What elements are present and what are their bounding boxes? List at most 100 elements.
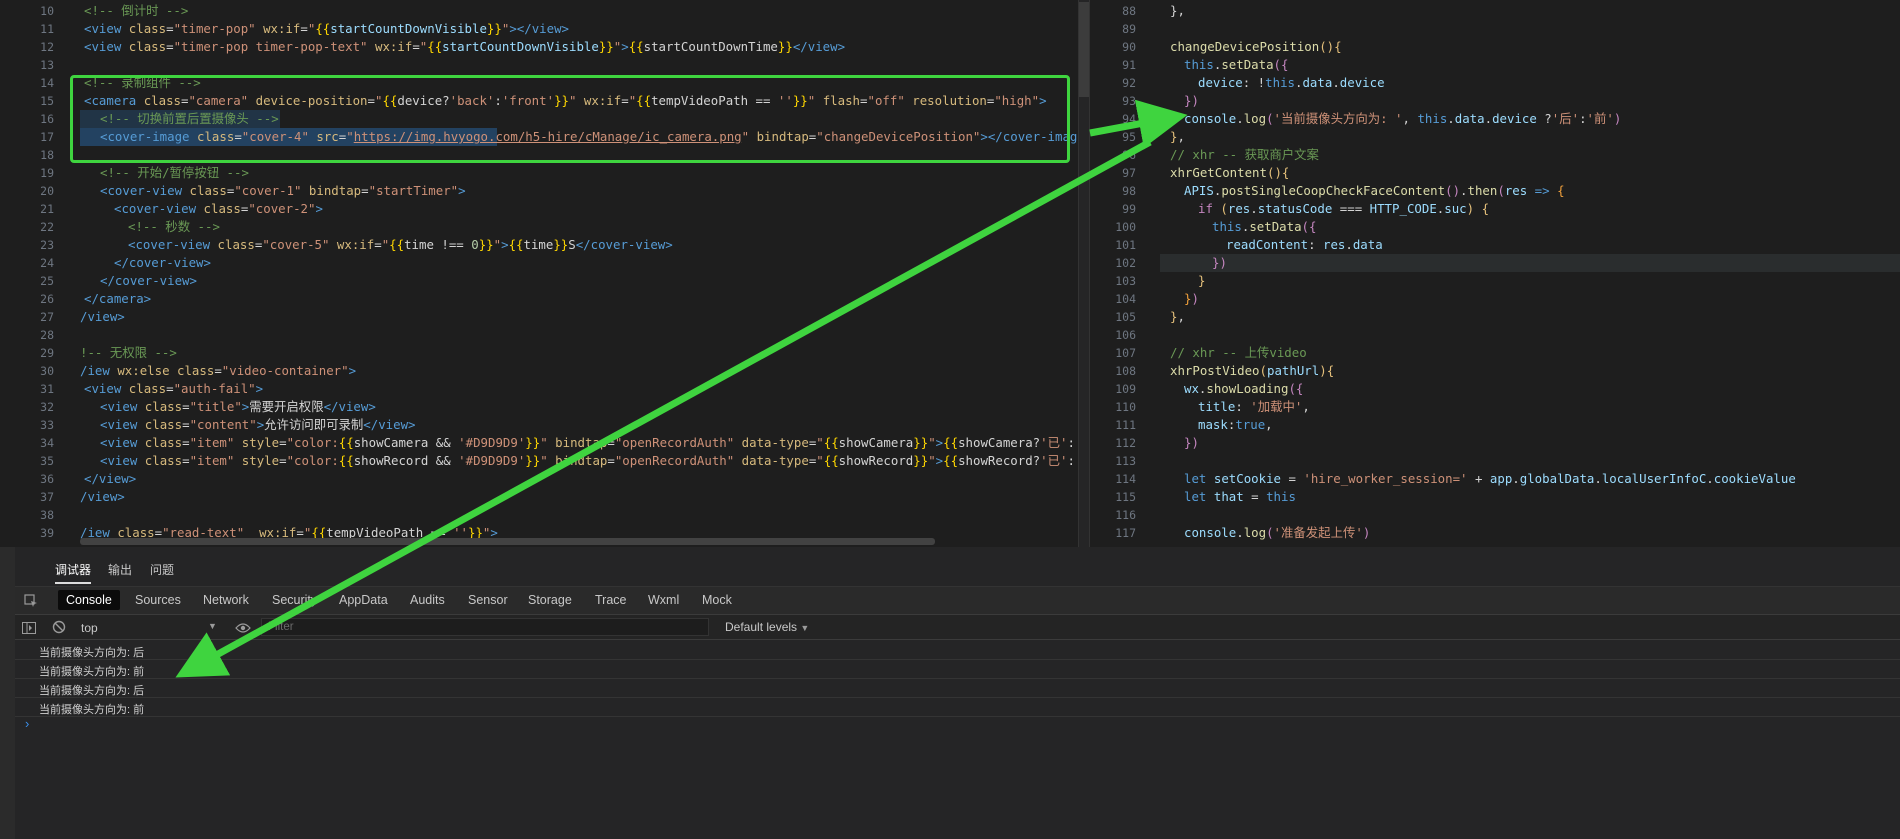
code-line: 13 (0, 56, 1078, 74)
code-line: 96 // xhr -- 获取商户文案 (1090, 146, 1900, 164)
line-number: 18 (40, 148, 54, 162)
log-text: 当前摄像头方向为: 后 (39, 647, 145, 659)
code-text: // xhr -- 获取商户文案 (1170, 147, 1319, 162)
code-text: <!-- 秒数 --> (128, 219, 220, 234)
code-text: }, (1170, 129, 1185, 144)
code-line: 33 <view class="content">允许访问即可录制</view> (0, 416, 1078, 434)
code-line: 32 <view class="title">需要开启权限</view> (0, 398, 1078, 416)
horizontal-scrollbar[interactable] (80, 538, 935, 545)
line-number: 100 (1115, 220, 1136, 234)
context-select[interactable]: top (81, 621, 98, 635)
code-text: </cover-view> (100, 273, 197, 288)
right-code-editor[interactable]: 88}, 89 90 changeDevicePosition(){91 this.se… (1090, 0, 1900, 547)
code-text: }, (1170, 3, 1185, 18)
inspect-element-icon[interactable] (24, 594, 38, 608)
code-line: 11 <view class="timer-pop" wx:if="{{start… (0, 20, 1078, 38)
code-text: mask:true, (1198, 417, 1273, 432)
line-number: 16 (40, 112, 54, 126)
console-filter-input[interactable]: Filter (261, 618, 709, 636)
line-number: 30 (40, 364, 54, 378)
line-number: 93 (1122, 94, 1136, 108)
chevron-down-icon[interactable]: ▼ (208, 621, 217, 631)
tab-problems[interactable]: 问题 (150, 561, 174, 578)
code-line: 22 <!-- 秒数 --> (0, 218, 1078, 236)
tab-sources[interactable]: Sources (135, 593, 181, 607)
console-prompt-icon[interactable]: › (25, 716, 29, 731)
line-number: 31 (40, 382, 54, 396)
editor-split-divider[interactable] (1078, 0, 1090, 547)
tab-storage[interactable]: Storage (528, 593, 572, 607)
sidebar-toggle-icon[interactable] (22, 621, 36, 634)
code-text: console.log('准备发起上传') (1184, 525, 1371, 540)
console-log-entry: 当前摄像头方向为: 后 (15, 641, 1900, 660)
code-line: 107 // xhr -- 上传video (1090, 344, 1900, 362)
code-text: xhrGetContent(){ (1170, 165, 1290, 180)
line-number: 105 (1115, 310, 1136, 324)
log-levels-dropdown[interactable]: Default levels ▼ (725, 620, 809, 634)
line-number: 94 (1122, 112, 1136, 126)
code-line: 30/iew wx:else class="video-container"> (0, 362, 1078, 380)
code-line: 36 </view> (0, 470, 1078, 488)
tab-console[interactable]: Console (58, 590, 120, 610)
vertical-scrollbar[interactable] (1079, 2, 1089, 97)
line-number: 12 (40, 40, 54, 54)
line-number: 92 (1122, 76, 1136, 90)
code-line: 20 <cover-view class="cover-1" bindtap="s… (0, 182, 1078, 200)
line-number: 27 (40, 310, 54, 324)
code-line: 21 <cover-view class="cover-2"> (0, 200, 1078, 218)
line-number: 13 (40, 58, 54, 72)
code-text: console.log('当前摄像头方向为: ', this.data.devi… (1184, 111, 1622, 126)
tab-security[interactable]: Security (272, 593, 317, 607)
code-text: readContent: res.data (1226, 237, 1383, 252)
line-number: 11 (40, 22, 54, 36)
tab-network[interactable]: Network (203, 593, 249, 607)
code-line: 31 <view class="auth-fail"> (0, 380, 1078, 398)
code-text: let that = this (1184, 489, 1296, 504)
debug-panel-tabs: 调试器 输出 问题 (15, 547, 1900, 587)
annotation-highlight-box (70, 75, 1070, 163)
tab-output[interactable]: 输出 (108, 561, 132, 578)
code-text: !-- 无权限 --> (80, 345, 177, 360)
code-text: }) (1184, 93, 1199, 108)
code-text: <cover-view class="cover-1" bindtap="sta… (100, 183, 466, 198)
line-number: 17 (40, 130, 54, 144)
code-line: 92 device: !this.data.device (1090, 74, 1900, 92)
code-line: 108 xhrPostVideo(pathUrl){ (1090, 362, 1900, 380)
code-line: 115 let that = this (1090, 488, 1900, 506)
log-levels-label: Default levels (725, 620, 798, 634)
tab-sensor[interactable]: Sensor (468, 593, 508, 607)
tab-audits[interactable]: Audits (410, 593, 445, 607)
chevron-down-icon: ▼ (800, 623, 810, 633)
code-line: 27/view> (0, 308, 1078, 326)
eye-icon[interactable] (235, 621, 251, 633)
line-number: 38 (40, 508, 54, 522)
code-line: 38 (0, 506, 1078, 524)
line-number: 110 (1115, 400, 1136, 414)
tab-debugger[interactable]: 调试器 (55, 561, 92, 584)
tab-wxml[interactable]: Wxml (648, 593, 679, 607)
line-number: 104 (1115, 292, 1136, 306)
tab-appdata[interactable]: AppData (339, 593, 388, 607)
code-text: <view class="content">允许访问即可录制</view> (100, 417, 416, 432)
code-text: </cover-view> (114, 255, 211, 270)
line-number: 39 (40, 526, 54, 540)
code-text: xhrPostVideo(pathUrl){ (1170, 363, 1335, 378)
code-text: </camera> (84, 291, 152, 306)
tab-mock[interactable]: Mock (702, 593, 732, 607)
tab-trace[interactable]: Trace (595, 593, 627, 607)
code-text: }) (1184, 435, 1199, 450)
line-number: 20 (40, 184, 54, 198)
clear-console-icon[interactable] (52, 620, 66, 634)
line-number: 19 (40, 166, 54, 180)
code-line: 25 </cover-view> (0, 272, 1078, 290)
line-number: 34 (40, 436, 54, 450)
console-log-entry: 当前摄像头方向为: 后 (15, 679, 1900, 698)
code-line: 109 wx.showLoading({ (1090, 380, 1900, 398)
code-text: <view class="timer-pop timer-pop-text" w… (84, 39, 846, 54)
code-text: <view class="title">需要开启权限</view> (100, 399, 376, 414)
line-number: 117 (1115, 526, 1136, 540)
left-code-editor[interactable]: 10 <!-- 倒计时 --> 11 <view class="timer-pop" … (0, 0, 1078, 547)
code-line: 94 console.log('当前摄像头方向为: ', this.data.de… (1090, 110, 1900, 128)
line-number: 36 (40, 472, 54, 486)
code-line: 26 </camera> (0, 290, 1078, 308)
